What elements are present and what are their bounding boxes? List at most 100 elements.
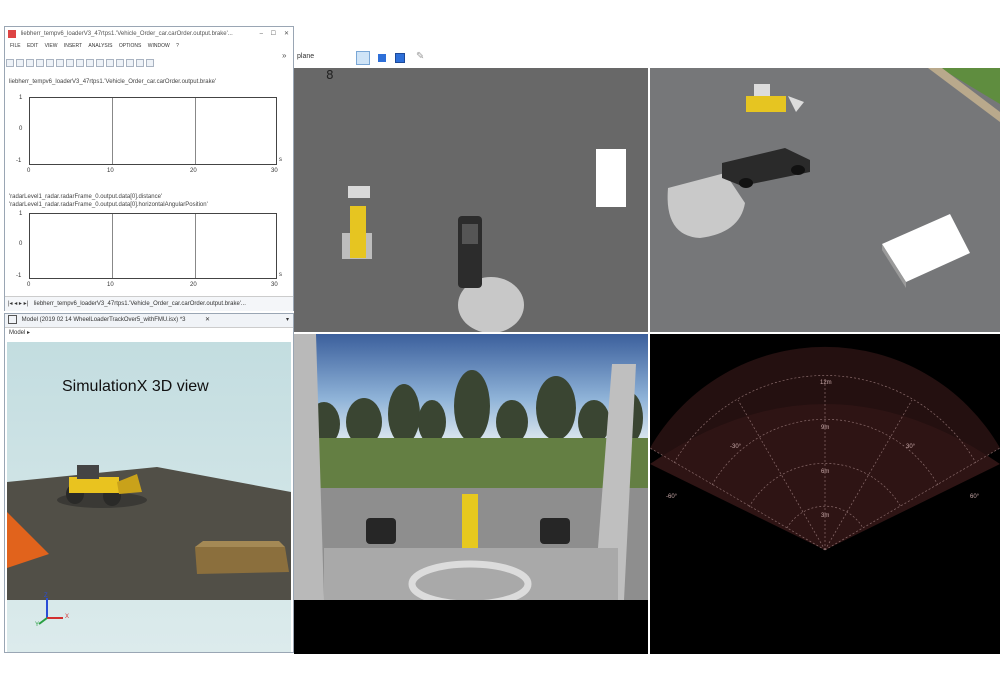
menu-edit[interactable]: EDIT (27, 43, 38, 49)
viewport-empty (294, 600, 648, 654)
plot2-xtick-20: 20 (190, 282, 197, 288)
plot1-xtick-0: 0 (27, 168, 31, 174)
ground-plane (7, 467, 291, 600)
wheel-loader-top (342, 186, 372, 259)
radar-angle-label-m60: -60° (666, 494, 678, 500)
expand-icon[interactable]: » (282, 51, 286, 60)
scope-menubar: FILE EDIT VIEW INSERT ANALYSIS OPTIONS W… (5, 43, 293, 53)
scope-tab[interactable]: liebherr_tempv6_loaderV3_47rtps1.'Vehicl… (34, 301, 246, 307)
model-icon (8, 314, 17, 324)
new-icon[interactable] (6, 59, 14, 67)
plot2-area[interactable] (29, 213, 277, 279)
edit-icon[interactable]: ✎ (416, 51, 424, 62)
maximize-icon[interactable]: ☐ (271, 27, 276, 41)
scope-title: liebherr_tempv6_loaderV3_47rtps1.'Vehicl… (20, 31, 233, 37)
chart-icon[interactable] (66, 59, 74, 67)
plot1-xtick-20: 20 (190, 168, 197, 174)
radar-angle-label-60: 60° (970, 494, 980, 500)
copy-icon[interactable] (136, 59, 144, 67)
scope-toolbar (5, 56, 293, 68)
undo-icon[interactable] (16, 59, 24, 67)
plot2-xtick-30: 30 (271, 282, 278, 288)
plot1-ytick-0: 0 (19, 126, 23, 132)
table-icon[interactable] (116, 59, 124, 67)
plot2-xtick-0: 0 (27, 282, 31, 288)
scope-titlebar: liebherr_tempv6_loaderV3_47rtps1.'Vehicl… (5, 27, 293, 41)
menu-options[interactable]: OPTIONS (119, 43, 142, 49)
model-dropdown-icon[interactable]: ▾ (286, 314, 289, 327)
axis-icon[interactable] (86, 59, 94, 67)
menu-insert[interactable]: INSERT (64, 43, 82, 49)
driver-camera-scene (294, 334, 648, 600)
grid-icon[interactable] (76, 59, 84, 67)
scope-tabbar: |◂ ◂ ▸ ▸| liebherr_tempv6_loaderV3_47rtp… (5, 296, 293, 311)
split-icon[interactable] (106, 59, 114, 67)
pickup-truck-persp (722, 148, 810, 188)
viewport-top-down[interactable]: 8 (294, 68, 648, 332)
plot1-gridline (112, 98, 113, 164)
axis-triad-icon (38, 598, 63, 625)
settings-icon[interactable] (146, 59, 154, 67)
plot2-label-angle: 'radarLevel1_radar.radarFrame_0.output.d… (9, 202, 208, 208)
minimize-icon[interactable]: – (260, 27, 263, 41)
radar-range-label-6m: 6m (821, 469, 829, 475)
blue-square-tool-button[interactable] (378, 54, 386, 62)
simulationx-3d-view[interactable]: SimulationX 3D view Z Y X (7, 342, 291, 652)
wheel-loader-persp (746, 84, 804, 112)
radar-range-label-3m: 3m (821, 513, 829, 519)
frame-tool-button[interactable] (395, 53, 405, 63)
plot1-gridline (195, 98, 196, 164)
perspective-scene (667, 68, 1000, 288)
menu-analysis[interactable]: ANALYSIS (88, 43, 112, 49)
axis-label-x: X (65, 614, 70, 620)
zoom-icon[interactable] (36, 59, 44, 67)
radar-range-label-12m: 12m (820, 380, 832, 386)
bucket-right-tire (540, 518, 570, 544)
plot1-ytick-m1: -1 (16, 158, 22, 164)
pencil-tool-button[interactable] (356, 51, 370, 65)
radar-cone-shadow (667, 173, 745, 238)
model-window: Model (2019 02 14 WheelLoaderTrackOver5_… (4, 313, 294, 653)
plot2-xtick-10: 10 (107, 282, 114, 288)
menu-help[interactable]: ? (176, 43, 179, 49)
plane-label: plane (297, 53, 315, 60)
plot2-ytick-1: 1 (19, 211, 23, 217)
pointer-icon[interactable] (56, 59, 64, 67)
export-icon[interactable] (126, 59, 134, 67)
radar-angle-label-m30: -30° (730, 444, 742, 450)
model-tab-header[interactable]: Model (2019 02 14 WheelLoaderTrackOver5_… (5, 314, 293, 328)
viewport-driver-camera[interactable] (294, 334, 648, 600)
radar-plot: 12m 9m 6m 3m -30° 30° -60° 60° (650, 346, 1000, 551)
plot1-area[interactable] (29, 97, 277, 165)
model-title: Model (2019 02 14 WheelLoaderTrackOver5_… (21, 317, 186, 323)
close-icon[interactable]: ✕ (284, 27, 289, 41)
model-close-icon[interactable]: ✕ (205, 314, 210, 327)
bucket-arm (462, 494, 478, 552)
viewport-radar[interactable]: 12m 9m 6m 3m -30° 30° -60° 60° (650, 334, 1000, 654)
bucket-left-tire (366, 518, 396, 544)
model-breadcrumb[interactable]: Model ▸ (5, 328, 293, 339)
pickup-truck-top (458, 216, 482, 288)
plot2-gridline (195, 214, 196, 278)
menu-file[interactable]: FILE (10, 43, 21, 49)
radar-range-label-9m: 9m (821, 425, 829, 431)
white-marker-box (596, 149, 626, 207)
viewport-perspective[interactable] (650, 68, 1000, 332)
cursor-icon[interactable] (46, 59, 54, 67)
plot2-xunit: s (279, 272, 282, 278)
dashboard (324, 548, 618, 600)
plot1-xtick-30: 30 (271, 168, 278, 174)
axis-label-y: Y (35, 622, 40, 628)
tab-nav-icons[interactable]: |◂ ◂ ▸ ▸| (8, 301, 28, 307)
plot1-xunit: s (279, 157, 282, 163)
viewport-toolbar: plane ✎ » (282, 48, 1000, 68)
redo-icon[interactable] (26, 59, 34, 67)
scope-app-icon (8, 30, 16, 38)
layout-icon[interactable] (96, 59, 104, 67)
box-object (195, 547, 289, 574)
plot1-label: liebherr_tempv6_loaderV3_47rtps1.'Vehicl… (9, 79, 217, 85)
plot2-ytick-m1: -1 (16, 273, 22, 279)
radar-angle-label-30: 30° (906, 444, 916, 450)
menu-view[interactable]: VIEW (45, 43, 58, 49)
menu-window[interactable]: WINDOW (148, 43, 170, 49)
